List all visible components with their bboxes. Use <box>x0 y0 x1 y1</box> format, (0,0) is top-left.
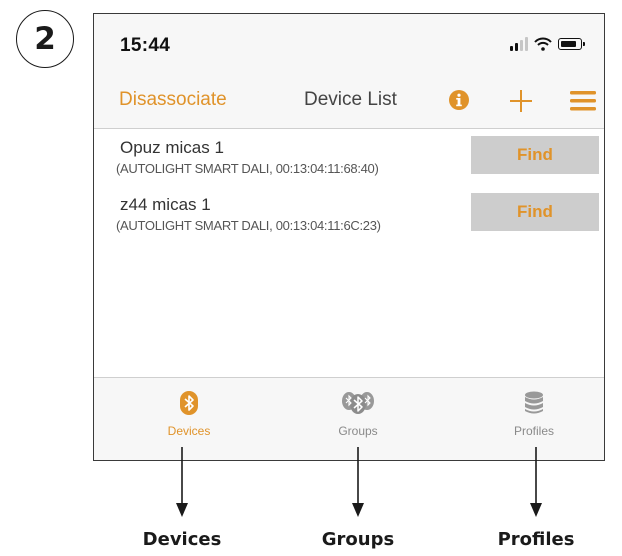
database-icon <box>525 391 543 414</box>
device-detail: (AUTOLIGHT SMART DALI, 00:13:04:11:68:40… <box>116 161 379 176</box>
cellular-signal-icon <box>510 37 528 51</box>
step-number-badge: 2 <box>16 10 74 68</box>
status-time: 15:44 <box>120 35 171 56</box>
device-name: z44 micas 1 <box>120 195 211 214</box>
device-list-item[interactable]: Opuz micas 1 (AUTOLIGHT SMART DALI, 00:1… <box>94 128 604 188</box>
caption-profiles: Profiles <box>497 529 575 550</box>
device-detail: (AUTOLIGHT SMART DALI, 00:13:04:11:6C:23… <box>116 218 381 233</box>
phone-screen: 15:44 Disassociate Device List Opuz mica… <box>93 13 605 461</box>
tab-label: Profiles <box>513 424 554 438</box>
disassociate-button[interactable]: Disassociate <box>119 89 227 111</box>
status-icons <box>510 35 585 51</box>
arrow-down-icon <box>530 447 542 517</box>
plus-icon[interactable] <box>508 88 534 114</box>
caption-devices: Devices <box>142 529 222 550</box>
hamburger-menu-icon[interactable] <box>570 91 596 111</box>
bluetooth-icon <box>180 391 198 415</box>
tab-label: Groups <box>338 424 378 438</box>
device-name: Opuz micas 1 <box>120 138 224 157</box>
battery-icon <box>558 38 585 50</box>
device-list-item[interactable]: z44 micas 1 (AUTOLIGHT SMART DALI, 00:13… <box>94 185 604 245</box>
arrow-down-icon <box>352 447 364 517</box>
arrow-down-icon <box>176 447 188 517</box>
page-title: Device List <box>304 89 397 110</box>
status-bar: 15:44 <box>94 14 604 76</box>
bluetooth-group-icon <box>342 392 374 414</box>
info-icon[interactable] <box>449 90 469 110</box>
caption-groups: Groups <box>321 529 395 550</box>
wifi-icon <box>534 37 552 51</box>
tab-label: Devices <box>167 424 211 438</box>
navigation-bar: Disassociate Device List <box>94 76 604 129</box>
find-button[interactable]: Find <box>471 136 599 174</box>
find-button[interactable]: Find <box>471 193 599 231</box>
